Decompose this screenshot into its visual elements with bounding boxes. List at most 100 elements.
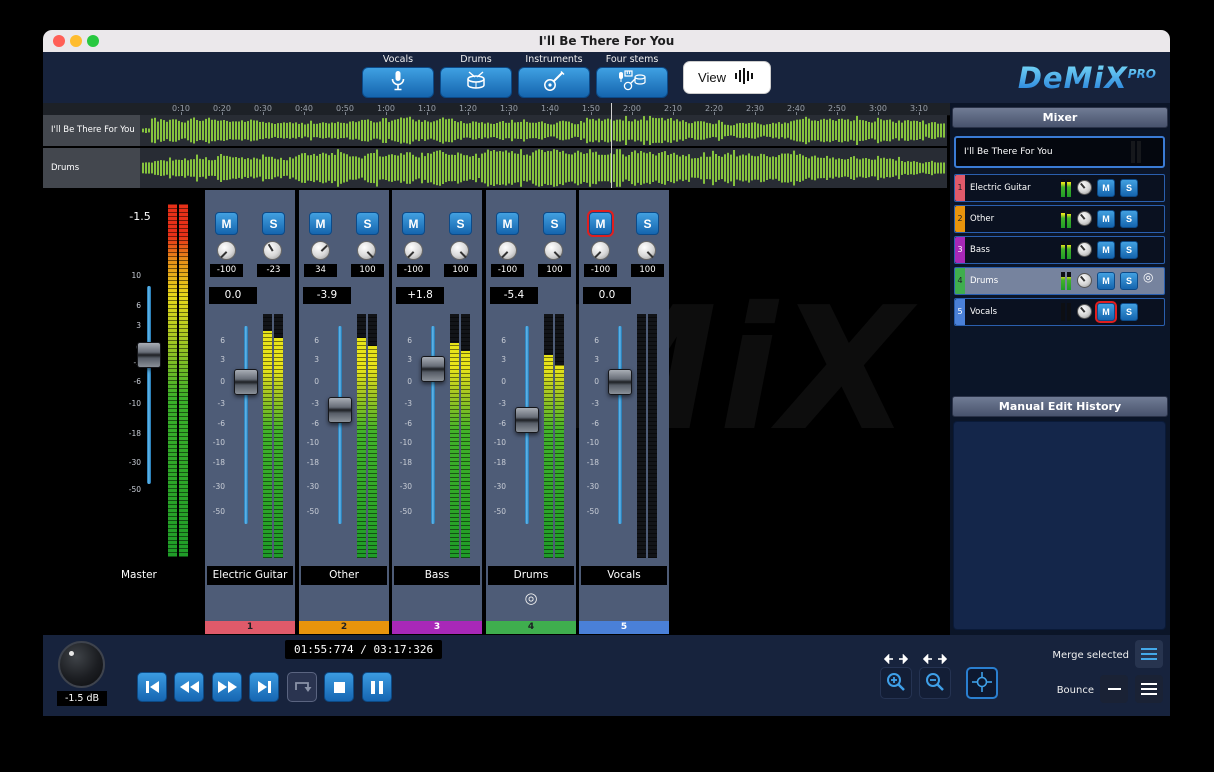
scale-label: -10 xyxy=(115,400,141,408)
mixer-track-row[interactable]: 1 Electric Guitar M S ◎ xyxy=(954,174,1165,202)
level-meter-left xyxy=(450,314,459,558)
focus-icon[interactable]: ◎ xyxy=(1143,270,1153,284)
track-color-tab: 1 xyxy=(955,175,965,201)
master-fader-handle[interactable] xyxy=(137,342,161,368)
mute-button[interactable]: M xyxy=(1097,272,1115,290)
mini-level-meter xyxy=(1061,272,1065,290)
solo-button[interactable]: S xyxy=(1120,241,1138,259)
scale-label: 3 xyxy=(581,356,599,364)
fader-handle[interactable] xyxy=(421,356,445,382)
mixer-track-row[interactable]: 2 Other M S ◎ xyxy=(954,205,1165,233)
instruments-stem-button[interactable] xyxy=(518,67,590,98)
mute-button[interactable]: M xyxy=(589,212,612,235)
mute-button[interactable]: M xyxy=(215,212,238,235)
waveform-track-song[interactable] xyxy=(140,115,947,146)
mute-button[interactable]: M xyxy=(1097,303,1115,321)
fader-handle[interactable] xyxy=(608,369,632,395)
mute-button[interactable]: M xyxy=(496,212,519,235)
knob-indicator xyxy=(1080,276,1085,282)
mixer-track-row[interactable]: 3 Bass M S ◎ xyxy=(954,236,1165,264)
locate-playhead-button[interactable] xyxy=(966,667,998,699)
pan-knob[interactable] xyxy=(217,241,236,260)
skip-end-button[interactable] xyxy=(249,672,279,702)
track-name: Drums xyxy=(970,268,998,294)
merge-options-button[interactable] xyxy=(1135,640,1163,668)
waveform-track-drums[interactable] xyxy=(140,148,947,188)
solo-button[interactable]: S xyxy=(1120,179,1138,197)
pan-knob[interactable] xyxy=(1077,273,1092,288)
logo-suffix: PRO xyxy=(1128,67,1156,81)
mute-button[interactable]: M xyxy=(1097,210,1115,228)
playhead[interactable] xyxy=(611,103,612,188)
level-meter-right xyxy=(648,314,657,558)
separation-knob[interactable] xyxy=(544,241,563,260)
mixer-track-row[interactable]: 5 Vocals M S ◎ xyxy=(954,298,1165,326)
knob-indicator xyxy=(407,251,414,258)
pan-knob[interactable] xyxy=(498,241,517,260)
solo-button[interactable]: S xyxy=(636,212,659,235)
channel-strip: M S 34 100 -3.9 630-3-6-10-18-30-50 Othe… xyxy=(299,190,389,634)
bounce-remove-button[interactable] xyxy=(1100,675,1128,703)
loop-button[interactable] xyxy=(287,672,317,702)
rewind-button[interactable] xyxy=(174,672,204,702)
scale-label: -10 xyxy=(581,439,599,447)
pan-knob[interactable] xyxy=(311,241,330,260)
mute-button[interactable]: M xyxy=(1097,241,1115,259)
fader-track xyxy=(244,326,248,524)
fader-area: 630-3-6-10-18-30-50 xyxy=(392,314,482,558)
separation-knob[interactable] xyxy=(357,241,376,260)
fader-handle[interactable] xyxy=(234,369,258,395)
fader-scale: 10630-3-6-10-18-30-50 xyxy=(115,274,141,520)
mute-button[interactable]: M xyxy=(1097,179,1115,197)
knob-indicator xyxy=(220,251,227,258)
knob-indicator xyxy=(320,245,327,252)
knob-value-readout: 100 xyxy=(538,264,571,277)
solo-button[interactable]: S xyxy=(1120,210,1138,228)
mixer-track-row[interactable]: 4 Drums M S ◎ xyxy=(954,267,1165,295)
fader-handle[interactable] xyxy=(328,397,352,423)
pause-button[interactable] xyxy=(362,672,392,702)
mute-button[interactable]: M xyxy=(309,212,332,235)
channel-name: Other xyxy=(301,566,387,585)
separation-knob[interactable] xyxy=(450,241,469,260)
focus-icon[interactable]: ◎ xyxy=(486,589,576,607)
drums-stem-button[interactable] xyxy=(440,67,512,98)
pan-knob[interactable] xyxy=(1077,180,1092,195)
solo-button[interactable]: S xyxy=(543,212,566,235)
pan-knob[interactable] xyxy=(1077,211,1092,226)
solo-button[interactable]: S xyxy=(1120,272,1138,290)
solo-button[interactable]: S xyxy=(356,212,379,235)
master-fader-track xyxy=(147,286,151,484)
guitar-icon xyxy=(542,69,566,96)
pan-knob[interactable] xyxy=(1077,304,1092,319)
volume-knob[interactable] xyxy=(58,641,105,688)
skip-end-icon xyxy=(258,681,267,693)
separation-knob[interactable] xyxy=(263,241,282,260)
bounce-options-button[interactable] xyxy=(1135,675,1163,703)
knob-value-readout: -100 xyxy=(210,264,243,277)
microphone-icon xyxy=(386,69,410,96)
mute-button[interactable]: M xyxy=(402,212,425,235)
zoom-out-button[interactable] xyxy=(919,667,951,699)
zoom-in-button[interactable] xyxy=(880,667,912,699)
channel-strip: M S -100 100 0.0 630-3-6-10-18-30-50 Voc… xyxy=(579,190,669,634)
stop-button[interactable] xyxy=(324,672,354,702)
scale-label: 3 xyxy=(207,356,225,364)
skip-start-button[interactable] xyxy=(137,672,167,702)
solo-button[interactable]: S xyxy=(262,212,285,235)
pan-knob[interactable] xyxy=(1077,242,1092,257)
fader-handle[interactable] xyxy=(515,407,539,433)
pan-knob[interactable] xyxy=(404,241,423,260)
separation-knob[interactable] xyxy=(637,241,656,260)
mixer-master-row[interactable]: I'll Be There For You xyxy=(954,136,1165,168)
view-button[interactable]: View xyxy=(683,61,771,94)
pan-knob[interactable] xyxy=(591,241,610,260)
fast-forward-button[interactable] xyxy=(212,672,242,702)
solo-button[interactable]: S xyxy=(449,212,472,235)
master-mini-meter xyxy=(1131,141,1135,163)
mini-level-meter xyxy=(1067,210,1071,228)
scale-label: -30 xyxy=(115,459,141,467)
solo-button[interactable]: S xyxy=(1120,303,1138,321)
vocals-stem-button[interactable] xyxy=(362,67,434,98)
four-stems-button[interactable] xyxy=(596,67,668,98)
